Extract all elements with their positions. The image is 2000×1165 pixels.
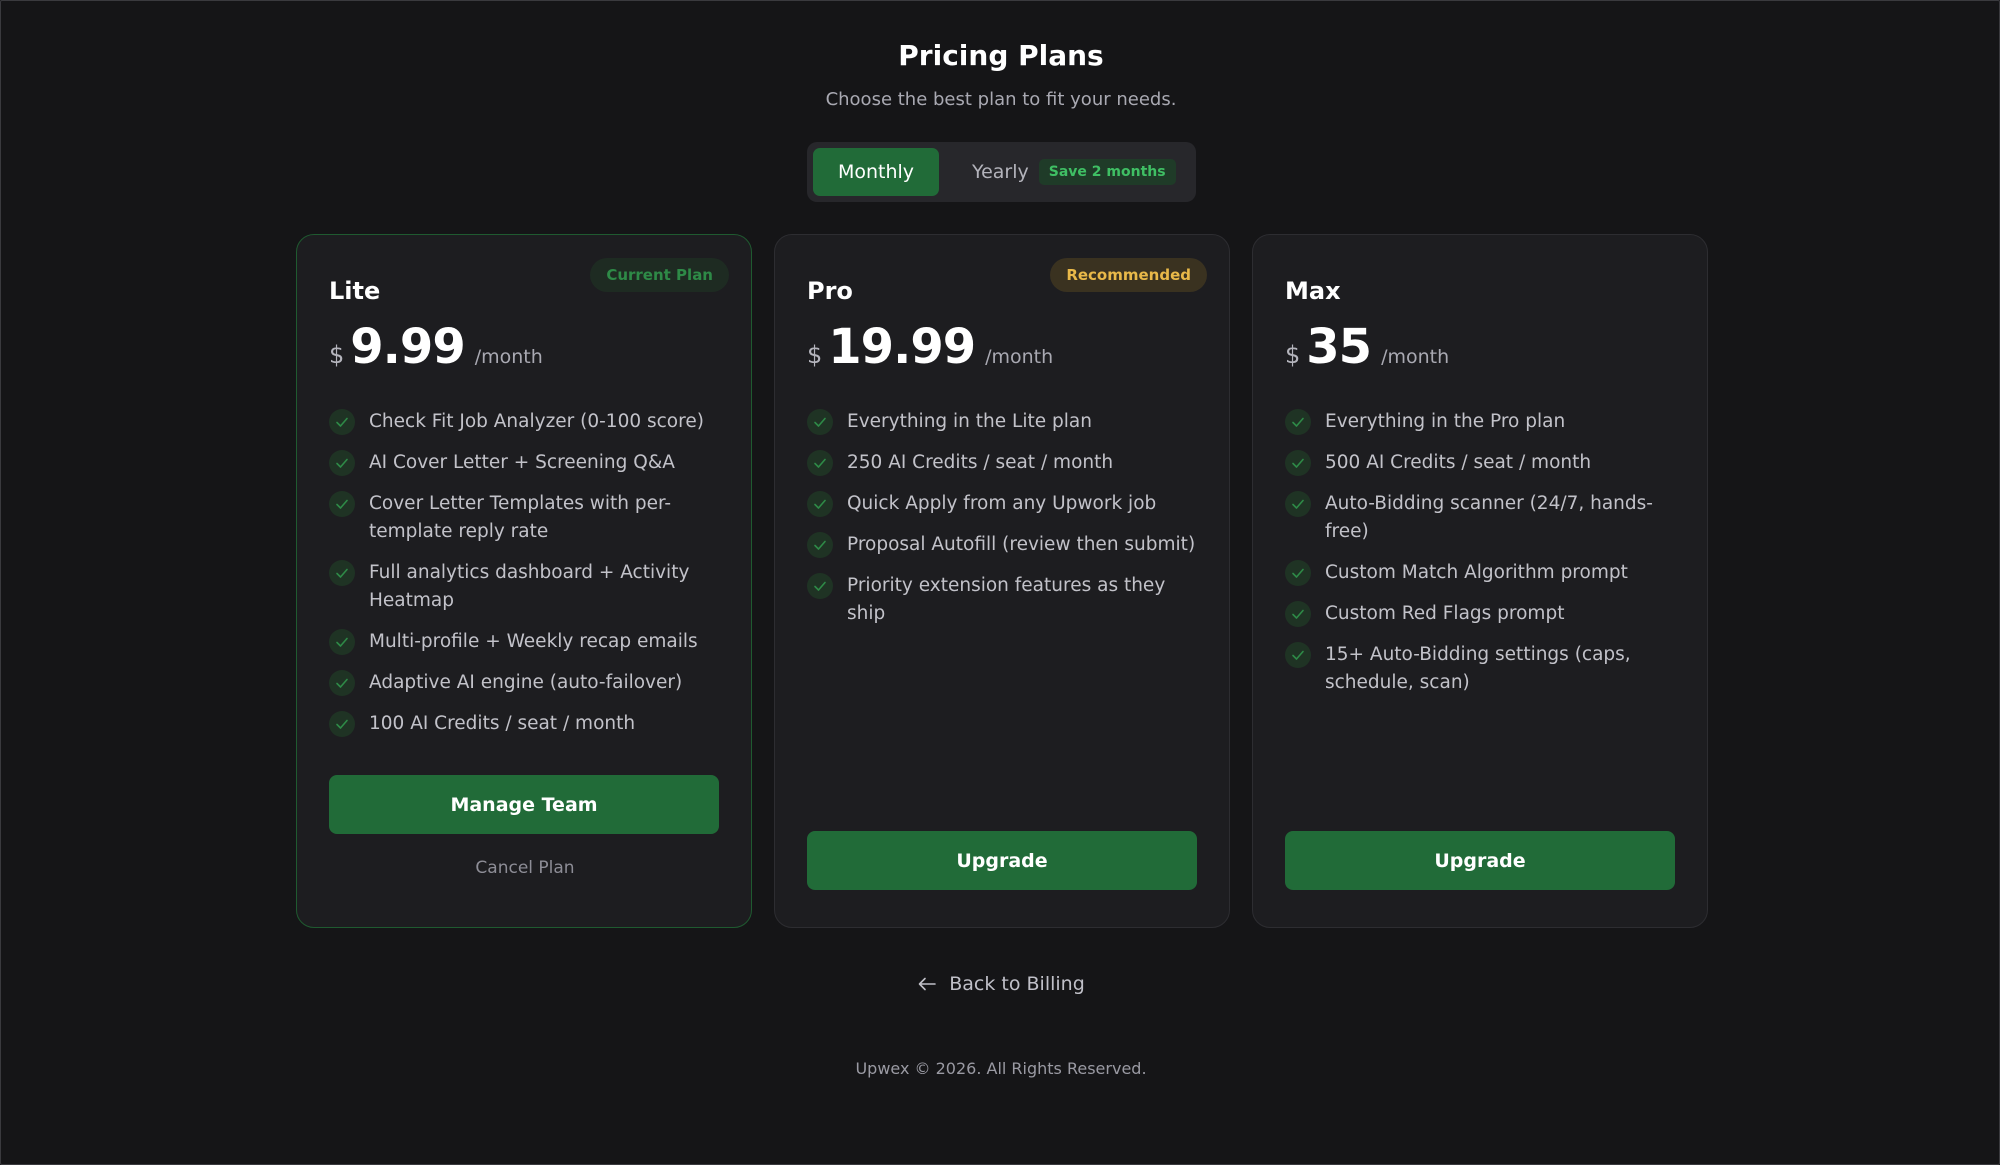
check-icon	[1285, 491, 1311, 517]
feature-text: 15+ Auto-Bidding settings (caps, schedul…	[1325, 644, 1631, 693]
plan-card-max: Max $ 35 /month Everything in the Pro pl…	[1252, 234, 1708, 928]
check-icon	[329, 711, 355, 737]
feature-text: 100 AI Credits / seat / month	[369, 713, 636, 734]
footer-copyright: Upwex © 2026. All Rights Reserved.	[855, 1059, 1147, 1078]
check-icon	[807, 491, 833, 517]
feature-text: Custom Match Algorithm prompt	[1325, 562, 1628, 583]
billing-period-toggle: Monthly Yearly Save 2 months	[807, 142, 1196, 202]
plan-card-pro: Recommended Pro $ 19.99 /month Everythin…	[774, 234, 1230, 928]
feature-text: 500 AI Credits / seat / month	[1325, 452, 1592, 473]
feature-text: Check Fit Job Analyzer (0-100 score)	[369, 411, 704, 432]
feature-list: Everything in the Lite plan 250 AI Credi…	[807, 408, 1207, 641]
feature-text: AI Cover Letter + Screening Q&A	[369, 452, 675, 473]
feature-item: Custom Match Algorithm prompt	[1285, 559, 1685, 587]
check-icon	[1285, 450, 1311, 476]
feature-item: 500 AI Credits / seat / month	[1285, 449, 1685, 477]
feature-text: Everything in the Pro plan	[1325, 411, 1566, 432]
plan-price: $ 19.99 /month	[807, 319, 1053, 375]
feature-text: Adaptive AI engine (auto-failover)	[369, 672, 683, 693]
feature-item: Check Fit Job Analyzer (0-100 score)	[329, 408, 729, 436]
plan-name: Lite	[329, 277, 381, 305]
feature-list: Check Fit Job Analyzer (0-100 score) AI …	[329, 408, 729, 751]
back-to-billing-link[interactable]: Back to Billing	[1, 973, 2000, 995]
check-icon	[1285, 560, 1311, 586]
save-badge: Save 2 months	[1038, 159, 1176, 185]
current-plan-badge: Current Plan	[590, 258, 729, 292]
feature-item: Full analytics dashboard + Activity Heat…	[329, 559, 729, 615]
feature-item: 250 AI Credits / seat / month	[807, 449, 1207, 477]
check-icon	[807, 409, 833, 435]
feature-item: AI Cover Letter + Screening Q&A	[329, 449, 729, 477]
check-icon	[807, 573, 833, 599]
feature-text: Full analytics dashboard + Activity Heat…	[369, 562, 690, 611]
plan-card-lite: Current Plan Lite $ 9.99 /month Check Fi…	[296, 234, 752, 928]
feature-text: Custom Red Flags prompt	[1325, 603, 1565, 624]
feature-text: Proposal Autofill (review then submit)	[847, 534, 1196, 555]
price-currency: $	[329, 341, 345, 369]
feature-item: Custom Red Flags prompt	[1285, 600, 1685, 628]
feature-text: Cover Letter Templates with per-template…	[369, 493, 672, 542]
feature-item: Cover Letter Templates with per-template…	[329, 490, 729, 546]
check-icon	[807, 532, 833, 558]
check-icon	[1285, 409, 1311, 435]
check-icon	[329, 560, 355, 586]
cancel-plan-link[interactable]: Cancel Plan	[297, 858, 753, 878]
price-amount: 9.99	[350, 319, 465, 375]
feature-item: Adaptive AI engine (auto-failover)	[329, 669, 729, 697]
feature-item: Quick Apply from any Upwork job	[807, 490, 1207, 518]
yearly-toggle-button[interactable]: Yearly Save 2 months	[972, 148, 1176, 196]
feature-item: 15+ Auto-Bidding settings (caps, schedul…	[1285, 641, 1685, 697]
plan-name: Pro	[807, 277, 853, 305]
check-icon	[329, 450, 355, 476]
feature-text: 250 AI Credits / seat / month	[847, 452, 1114, 473]
yearly-label: Yearly	[972, 161, 1029, 183]
plan-price: $ 9.99 /month	[329, 319, 543, 375]
price-currency: $	[807, 341, 823, 369]
feature-item: Everything in the Pro plan	[1285, 408, 1685, 436]
pricing-page: Pricing Plans Choose the best plan to fi…	[0, 0, 2000, 1165]
feature-item: 100 AI Credits / seat / month	[329, 710, 729, 738]
feature-item: Proposal Autofill (review then submit)	[807, 531, 1207, 559]
price-amount: 35	[1306, 319, 1372, 375]
upgrade-max-button[interactable]: Upgrade	[1285, 831, 1675, 890]
feature-item: Auto-Bidding scanner (24/7, hands-free)	[1285, 490, 1685, 546]
price-period: /month	[1381, 346, 1450, 368]
feature-text: Quick Apply from any Upwork job	[847, 493, 1157, 514]
arrow-left-icon	[918, 977, 937, 991]
check-icon	[329, 670, 355, 696]
monthly-toggle-button[interactable]: Monthly	[813, 148, 939, 196]
price-period: /month	[474, 346, 543, 368]
feature-list: Everything in the Pro plan 500 AI Credit…	[1285, 408, 1685, 710]
feature-item: Multi-profile + Weekly recap emails	[329, 628, 729, 656]
plan-name: Max	[1285, 277, 1341, 305]
plan-price: $ 35 /month	[1285, 319, 1449, 375]
feature-item: Priority extension features as they ship	[807, 572, 1207, 628]
price-period: /month	[985, 346, 1054, 368]
manage-team-button[interactable]: Manage Team	[329, 775, 719, 834]
feature-text: Multi-profile + Weekly recap emails	[369, 631, 698, 652]
feature-text: Auto-Bidding scanner (24/7, hands-free)	[1325, 493, 1653, 542]
check-icon	[1285, 642, 1311, 668]
check-icon	[329, 491, 355, 517]
feature-text: Priority extension features as they ship	[847, 575, 1166, 624]
recommended-badge: Recommended	[1050, 258, 1207, 292]
feature-text: Everything in the Lite plan	[847, 411, 1092, 432]
feature-item: Everything in the Lite plan	[807, 408, 1207, 436]
check-icon	[329, 409, 355, 435]
back-link-label: Back to Billing	[949, 973, 1085, 995]
upgrade-pro-button[interactable]: Upgrade	[807, 831, 1197, 890]
page-title: Pricing Plans	[898, 39, 1104, 72]
check-icon	[1285, 601, 1311, 627]
price-amount: 19.99	[828, 319, 976, 375]
check-icon	[329, 629, 355, 655]
price-currency: $	[1285, 341, 1301, 369]
check-icon	[807, 450, 833, 476]
page-subtitle: Choose the best plan to fit your needs.	[825, 89, 1177, 110]
